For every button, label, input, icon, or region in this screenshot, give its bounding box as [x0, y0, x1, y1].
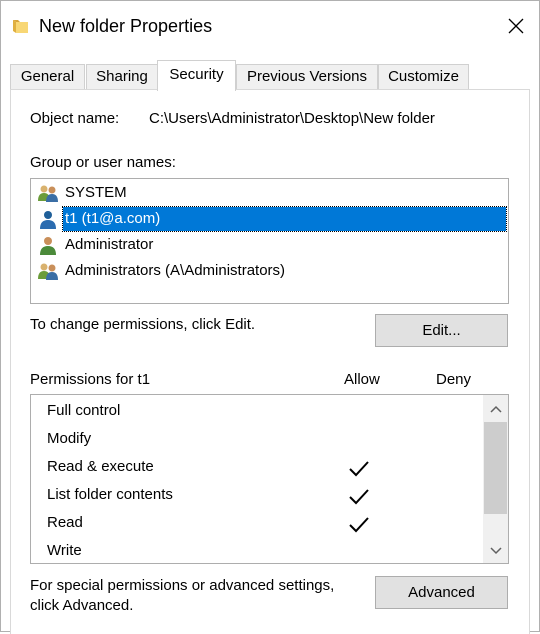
special-permissions-text-line2: click Advanced.	[30, 597, 134, 614]
deny-column-header: Deny	[436, 371, 472, 388]
tab-customize[interactable]: Customize	[378, 64, 469, 90]
permission-row: Full control	[31, 399, 483, 427]
tab-sharing[interactable]: Sharing	[86, 64, 158, 90]
allow-check-icon	[349, 461, 369, 477]
permission-row: Read	[31, 511, 483, 539]
permission-name: Read	[47, 514, 83, 531]
object-name-label: Object name:	[30, 110, 120, 127]
permission-name: Write	[47, 542, 82, 559]
group-names-label: Group or user names:	[30, 154, 176, 171]
folder-icon	[13, 20, 28, 33]
list-item-label: t1 (t1@a.com)	[65, 209, 161, 227]
object-name-value: C:\Users\Administrator\Desktop\New folde…	[149, 110, 435, 127]
list-item-label: SYSTEM	[65, 183, 127, 201]
permission-row: Modify	[31, 427, 483, 455]
group-users-icon	[38, 185, 58, 202]
permission-name: Read & execute	[47, 458, 154, 475]
list-item-system[interactable]: SYSTEM	[35, 180, 506, 205]
scroll-down-button[interactable]	[483, 538, 508, 563]
close-button[interactable]	[493, 1, 539, 51]
permissions-for-label: Permissions for t1	[30, 371, 151, 388]
user-icon	[40, 210, 56, 229]
list-item-t1[interactable]: t1 (t1@a.com)	[35, 205, 507, 232]
properties-dialog: New folder Properties General Sharing Se…	[0, 0, 540, 634]
allow-check-icon	[349, 489, 369, 505]
permission-name: List folder contents	[47, 486, 173, 503]
permission-name: Full control	[47, 402, 121, 419]
user-icon	[40, 236, 56, 255]
group-users-icon	[38, 263, 58, 280]
scroll-up-button[interactable]	[483, 396, 508, 421]
special-permissions-text-line1: For special permissions or advanced sett…	[30, 577, 335, 594]
list-item-administrators[interactable]: Administrators (A\Administrators)	[35, 258, 506, 283]
chevron-up-icon	[489, 405, 502, 413]
tab-previous-versions[interactable]: Previous Versions	[236, 64, 378, 90]
list-item-administrator[interactable]: Administrator	[35, 232, 506, 257]
permission-row: Write	[31, 539, 483, 563]
permission-row: List folder contents	[31, 483, 483, 511]
close-icon	[508, 18, 524, 34]
tab-general[interactable]: General	[10, 64, 85, 90]
title-bar: New folder Properties	[1, 1, 539, 51]
permission-row: Read & execute	[31, 455, 483, 483]
permissions-scrollbar[interactable]	[483, 395, 508, 563]
window-title: New folder Properties	[39, 16, 213, 36]
tab-security[interactable]: Security	[157, 60, 236, 91]
allow-column-header: Allow	[344, 371, 380, 388]
change-permissions-text: To change permissions, click Edit.	[30, 316, 256, 333]
allow-check-icon	[349, 517, 369, 533]
advanced-button[interactable]: Advanced	[375, 576, 508, 609]
group-user-list[interactable]: SYSTEM t1 (t1@a.com) Administrator Admin…	[30, 178, 509, 304]
scroll-thumb[interactable]	[484, 422, 507, 514]
edit-button[interactable]: Edit...	[375, 314, 508, 347]
list-item-label: Administrators (A\Administrators)	[65, 261, 286, 279]
permissions-list[interactable]: Full control Modify Read & execute List …	[30, 394, 509, 564]
permission-name: Modify	[47, 430, 92, 447]
list-item-label: Administrator	[65, 235, 154, 253]
chevron-down-icon	[489, 546, 502, 554]
